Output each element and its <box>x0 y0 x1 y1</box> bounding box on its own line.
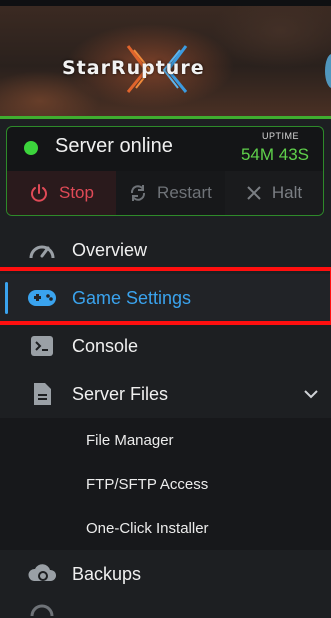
stop-label: Stop <box>58 183 94 202</box>
terminal-icon <box>27 332 57 360</box>
stop-button[interactable]: Stop <box>7 171 116 215</box>
server-status-text: Server online <box>55 135 173 157</box>
halt-label: Halt <box>271 183 303 202</box>
halt-button[interactable]: Halt <box>224 171 323 215</box>
sidebar-item-game-settings[interactable]: Game Settings <box>0 274 331 322</box>
logo-text: StarRupture <box>62 57 205 79</box>
sidebar-nav: Overview Game Settings Console Server Fi… <box>0 226 331 598</box>
gamepad-icon <box>27 284 57 312</box>
chevron-down-icon[interactable] <box>303 386 319 402</box>
backup-icon <box>27 560 57 588</box>
restart-label: Restart <box>157 183 212 202</box>
sidebar-subitem-one-click-installer[interactable]: One-Click Installer <box>0 506 331 550</box>
restart-button[interactable]: Restart <box>115 171 225 215</box>
file-icon <box>27 380 57 408</box>
sidebar-item-console[interactable]: Console <box>0 322 331 370</box>
uptime-value: 54M 43S <box>240 145 309 164</box>
banner-planet-icon <box>325 54 331 88</box>
sidebar-item-server-files[interactable]: Server Files <box>0 370 331 418</box>
sidebar-item-overview[interactable]: Overview <box>0 226 331 274</box>
sidebar-subitem-file-manager[interactable]: File Manager <box>0 418 331 462</box>
gauge-icon <box>27 236 57 264</box>
sidebar-item-backups[interactable]: Backups <box>0 550 331 598</box>
sidebar-item-label: Game Settings <box>72 287 192 308</box>
next-nav-item-partial <box>0 598 331 617</box>
restart-icon <box>131 185 146 201</box>
sidebar-item-label: Overview <box>72 239 148 260</box>
partial-icon <box>30 604 54 617</box>
uptime-label: UPTIME <box>261 131 299 141</box>
game-banner: StarRupture <box>0 6 331 119</box>
sidebar-item-label: Backups <box>72 563 142 584</box>
online-indicator-icon <box>24 141 38 155</box>
close-icon <box>247 186 261 200</box>
power-icon <box>31 184 47 202</box>
server-actions: Stop Restart Halt <box>7 171 323 215</box>
server-files-submenu: File Manager FTP/SFTP Access One-Click I… <box>0 418 331 550</box>
sidebar-subitem-ftp-access[interactable]: FTP/SFTP Access <box>0 462 331 506</box>
game-logo: StarRupture <box>58 44 258 94</box>
server-status-card: Server online UPTIME 54M 43S Stop Restar… <box>6 126 324 216</box>
sidebar-item-label: Console <box>72 335 139 356</box>
sidebar-item-label: Server Files <box>72 383 169 404</box>
